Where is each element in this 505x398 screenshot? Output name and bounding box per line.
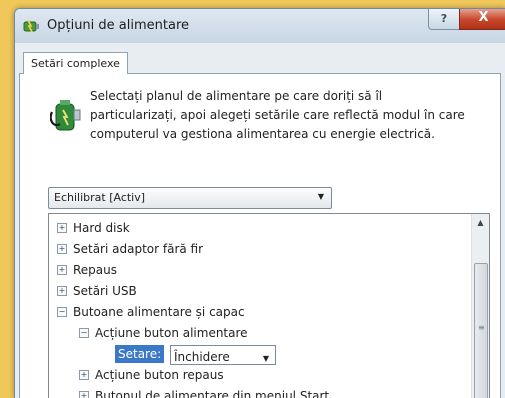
grip-icon: ≡: [478, 323, 485, 332]
setting-value-select[interactable]: Închidere ▼: [170, 345, 276, 365]
expand-icon[interactable]: +: [57, 244, 67, 254]
expand-icon[interactable]: +: [57, 223, 67, 233]
tree-item-label: Hard disk: [73, 221, 130, 235]
plan-description: Selectați planul de alimentare pe care d…: [90, 87, 488, 144]
collapse-icon[interactable]: −: [79, 328, 89, 338]
tree-item-label: Setări adaptor fără fir: [73, 242, 204, 256]
setting-label: Setare:: [115, 345, 165, 363]
expand-icon[interactable]: +: [57, 265, 67, 275]
title-bar: Opțiuni de alimentare ? X: [15, 9, 505, 43]
window-title: Opțiuni de alimentare: [47, 18, 190, 33]
vertical-scrollbar[interactable]: ▲ ≡: [471, 214, 489, 398]
scroll-up-arrow-icon[interactable]: ▲: [472, 214, 489, 231]
tree-item-label: Acțiune buton repaus: [95, 368, 224, 382]
power-plan-select[interactable]: Echilibrat [Activ] ▼: [48, 187, 332, 209]
chevron-down-icon: ▼: [262, 354, 269, 363]
tree-item-label: Acțiune buton alimentare: [95, 326, 248, 340]
help-button[interactable]: ?: [428, 9, 460, 30]
setting-value: Închidere: [174, 350, 230, 364]
power-options-icon: [23, 19, 39, 33]
collapse-icon[interactable]: −: [57, 307, 67, 317]
scrollbar-thumb[interactable]: ≡: [474, 263, 488, 398]
settings-tree[interactable]: + Hard disk + Setări adaptor fără fir + …: [48, 213, 490, 398]
tree-item-label: Butoane alimentare și capac: [73, 305, 245, 319]
power-options-window: Opțiuni de alimentare ? X Setări complex…: [14, 8, 505, 398]
expand-icon[interactable]: +: [79, 370, 89, 380]
tab-advanced-settings[interactable]: Setări complexe: [23, 52, 128, 74]
tree-item-label: Butonul de alimentare din meniul Start: [95, 389, 330, 398]
expand-icon[interactable]: +: [57, 286, 67, 296]
chevron-down-icon: ▼: [317, 192, 324, 201]
description-line-2: particularizați, apoi alegeți setările c…: [90, 108, 465, 122]
power-plug-battery-icon: [50, 100, 81, 131]
description-line-1: Selectați planul de alimentare pe care d…: [90, 89, 383, 103]
tree-item-label: Setări USB: [73, 284, 137, 298]
close-button[interactable]: X: [459, 9, 505, 30]
power-plan-value: Echilibrat [Activ]: [54, 191, 146, 204]
advanced-settings-panel: Selectați planul de alimentare pe care d…: [19, 73, 501, 398]
description-line-3: computerul va gestiona alimentarea cu en…: [90, 127, 435, 141]
tree-item-label: Repaus: [73, 263, 118, 277]
